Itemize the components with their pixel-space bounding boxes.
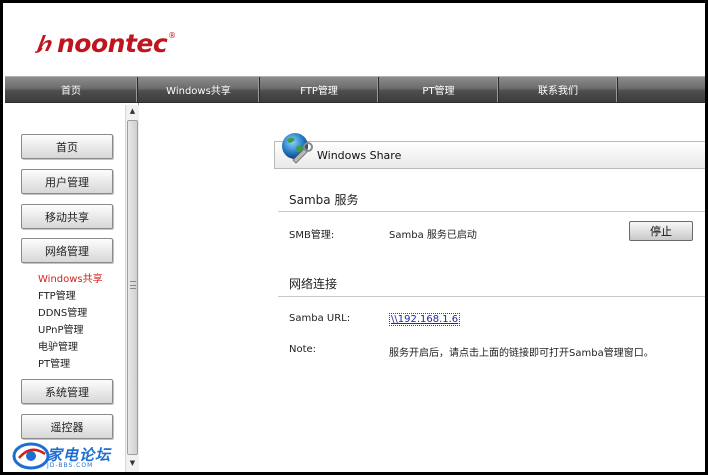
nav-tab-home[interactable]: 首页 [5,77,138,102]
sidebar-button-system-management[interactable]: 系统管理 [21,379,113,404]
logo-text: noontec [57,28,168,58]
smb-label: SMB管理: [289,230,335,241]
logo-registered-mark: ® [168,30,177,40]
section-title-network: 网络连接 [289,277,338,291]
sidebar-item-ddns[interactable]: DDNS管理 [38,304,87,319]
note-label: Note: [289,344,317,355]
grip-icon [130,281,136,289]
samba-url-link[interactable]: \\192.168.1.6 [389,313,461,326]
sidebar-item-upnp[interactable]: UPnP管理 [38,321,84,336]
sidebar-button-user-management[interactable]: 用户管理 [21,169,113,194]
section-title-samba: Samba 服务 [289,193,359,207]
section-divider [278,296,705,297]
section-divider [278,211,705,212]
nav-tab-blank [618,77,705,102]
smb-status: Samba 服务已启动 [389,230,477,241]
scroll-up-icon[interactable]: ▲ [126,105,139,118]
sidebar-button-remote-control[interactable]: 遥控器 [21,414,113,439]
sidebar: 首页 用户管理 移动共享 网络管理 Windows共享 FTP管理 DDNS管理… [5,103,139,472]
top-nav: 首页 Windows共享 FTP管理 PT管理 联系我们 [5,76,705,103]
scrollbar-thumb[interactable] [127,120,138,455]
globe-wrench-icon [282,133,313,164]
stop-button[interactable]: 停止 [629,221,693,241]
sidebar-item-windows-share[interactable]: Windows共享 [38,270,103,285]
sidebar-button-home[interactable]: 首页 [21,134,113,159]
sidebar-item-emule[interactable]: 电驴管理 [38,338,78,353]
noontec-logo-icon [34,35,52,53]
watermark-subtext: JD-BBS.COM [47,462,94,469]
brand-logo: noontec ® [33,27,176,59]
app-window: noontec ® 首页 Windows共享 FTP管理 PT管理 联系我们 首… [3,3,705,472]
nav-tab-contact[interactable]: 联系我们 [499,77,618,102]
main-content: Windows Share Samba 服务 SMB管理: Samba 服务已启… [140,103,705,472]
sidebar-button-network-management[interactable]: 网络管理 [21,238,113,263]
panel-title: Windows Share [317,149,402,162]
sidebar-button-mobile-share[interactable]: 移动共享 [21,204,113,229]
nav-tab-ftp[interactable]: FTP管理 [260,77,379,102]
note-text: 服务开启后，请点击上面的链接即可打开Samba管理窗口。 [389,348,654,359]
sidebar-scrollbar[interactable]: ▲ ▼ [125,105,139,472]
nav-tab-windows-share[interactable]: Windows共享 [138,77,260,102]
sidebar-item-pt[interactable]: PT管理 [38,355,70,370]
sidebar-item-ftp[interactable]: FTP管理 [38,287,76,302]
samba-url-label: Samba URL: [289,313,351,324]
nav-tab-pt[interactable]: PT管理 [379,77,499,102]
